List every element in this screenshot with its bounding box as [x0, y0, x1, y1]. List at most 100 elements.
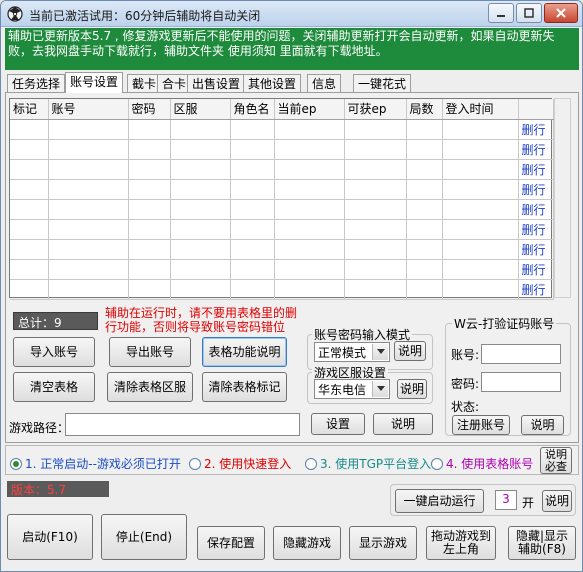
table-cell[interactable] [170, 219, 231, 240]
table-cell[interactable] [406, 219, 443, 240]
table-cell[interactable] [170, 199, 231, 220]
col-account[interactable]: 账号 [48, 99, 129, 120]
delete-row-link[interactable]: 删行 [518, 239, 554, 260]
table-cell[interactable] [344, 159, 407, 180]
start-mode-normal[interactable]: 1. 正常启动--游戏必须已打开 [10, 455, 181, 472]
delete-row-link[interactable]: 删行 [518, 259, 554, 280]
delete-row-link[interactable]: 删行 [518, 119, 554, 140]
region-select[interactable]: 华东电信 [314, 379, 390, 399]
table-cell[interactable] [406, 119, 443, 140]
table-cell[interactable] [442, 139, 519, 160]
table-cell[interactable] [10, 219, 49, 240]
table-cell[interactable] [344, 279, 407, 300]
table-cell[interactable] [274, 179, 345, 200]
captcha-password-input[interactable] [481, 372, 561, 392]
table-help-button[interactable]: 表格功能说明 [202, 337, 287, 367]
captcha-help-button[interactable]: 说明 [521, 415, 564, 435]
table-cell[interactable] [442, 259, 519, 280]
col-login-time[interactable]: 登入时间 [442, 99, 519, 120]
table-cell[interactable] [230, 199, 275, 220]
table-scrollbar[interactable] [554, 98, 571, 298]
clear-region-button[interactable]: 清除表格区服 [107, 372, 193, 402]
tab-one-click-fancy[interactable]: 一键花式 [353, 74, 412, 93]
table-cell[interactable] [406, 199, 443, 220]
table-cell[interactable] [274, 279, 345, 300]
table-cell[interactable] [128, 239, 171, 260]
table-cell[interactable] [230, 159, 275, 180]
table-cell[interactable] [10, 159, 49, 180]
tab-account-settings[interactable]: 账号设置 [65, 72, 124, 93]
table-cell[interactable] [344, 259, 407, 280]
table-row[interactable]: 删行 [10, 139, 554, 160]
table-cell[interactable] [274, 199, 345, 220]
table-cell[interactable] [344, 199, 407, 220]
table-cell[interactable] [170, 139, 231, 160]
col-mark[interactable]: 标记 [10, 99, 49, 120]
table-cell[interactable] [230, 139, 275, 160]
col-region[interactable]: 区服 [170, 99, 231, 120]
table-cell[interactable] [406, 279, 443, 300]
maximize-button[interactable] [516, 3, 542, 23]
table-cell[interactable] [274, 139, 345, 160]
tab-merge-card[interactable]: 合卡 [157, 74, 192, 93]
move-game-button[interactable]: 拖动游戏到左上角 [426, 526, 496, 560]
table-cell[interactable] [10, 139, 49, 160]
table-cell[interactable] [48, 139, 129, 160]
table-cell[interactable] [230, 279, 275, 300]
delete-row-link[interactable]: 删行 [518, 219, 554, 240]
start-mode-tgp[interactable]: 3. 使用TGP平台登入 [305, 455, 431, 472]
table-cell[interactable] [230, 239, 275, 260]
register-account-button[interactable]: 注册账号 [452, 415, 510, 435]
tab-info[interactable]: 信息 [307, 74, 342, 93]
table-cell[interactable] [344, 219, 407, 240]
table-cell[interactable] [274, 259, 345, 280]
table-cell[interactable] [442, 239, 519, 260]
table-cell[interactable] [10, 279, 49, 300]
table-cell[interactable] [170, 119, 231, 140]
tab-capture-card[interactable]: 截卡 [127, 74, 162, 93]
table-cell[interactable] [274, 159, 345, 180]
table-cell[interactable] [170, 179, 231, 200]
start-mode-table-account[interactable]: 4. 使用表格账号 [431, 455, 533, 472]
table-row[interactable]: 删行 [10, 219, 554, 240]
table-cell[interactable] [344, 139, 407, 160]
table-cell[interactable] [344, 239, 407, 260]
import-accounts-button[interactable]: 导入账号 [13, 337, 95, 367]
one-click-start-button[interactable]: 一键启动运行 [395, 489, 484, 513]
tab-task-select[interactable]: 任务选择 [7, 74, 66, 93]
table-cell[interactable] [48, 199, 129, 220]
table-row[interactable]: 删行 [10, 199, 554, 220]
start-button[interactable]: 启动(F10) [7, 514, 93, 560]
table-cell[interactable] [48, 159, 129, 180]
table-cell[interactable] [10, 239, 49, 260]
table-cell[interactable] [406, 139, 443, 160]
table-cell[interactable] [230, 219, 275, 240]
table-cell[interactable] [442, 219, 519, 240]
table-cell[interactable] [48, 279, 129, 300]
delete-row-link[interactable]: 删行 [518, 279, 554, 300]
table-cell[interactable] [170, 279, 231, 300]
delete-row-link[interactable]: 删行 [518, 139, 554, 160]
table-row[interactable]: 删行 [10, 239, 554, 260]
start-mode-help-button[interactable]: 说明必查 [540, 447, 572, 474]
table-cell[interactable] [48, 219, 129, 240]
col-role-name[interactable]: 角色名 [230, 99, 275, 120]
tab-sell-settings[interactable]: 出售设置 [187, 74, 246, 93]
table-cell[interactable] [442, 179, 519, 200]
table-cell[interactable] [128, 279, 171, 300]
title-bar[interactable]: 当前已激活试用：60分钟后辅助将自动关闭 [1, 1, 582, 27]
table-cell[interactable] [442, 159, 519, 180]
close-button[interactable] [544, 3, 578, 23]
col-rounds[interactable]: 局数 [406, 99, 443, 120]
table-cell[interactable] [170, 239, 231, 260]
col-available-ep[interactable]: 可获ep [344, 99, 407, 120]
table-cell[interactable] [128, 119, 171, 140]
captcha-account-input[interactable] [481, 344, 561, 364]
show-game-button[interactable]: 显示游戏 [349, 526, 417, 560]
table-cell[interactable] [48, 179, 129, 200]
tab-other-settings[interactable]: 其他设置 [243, 74, 302, 93]
table-cell[interactable] [406, 259, 443, 280]
export-accounts-button[interactable]: 导出账号 [109, 337, 191, 367]
table-cell[interactable] [230, 179, 275, 200]
table-cell[interactable] [170, 259, 231, 280]
